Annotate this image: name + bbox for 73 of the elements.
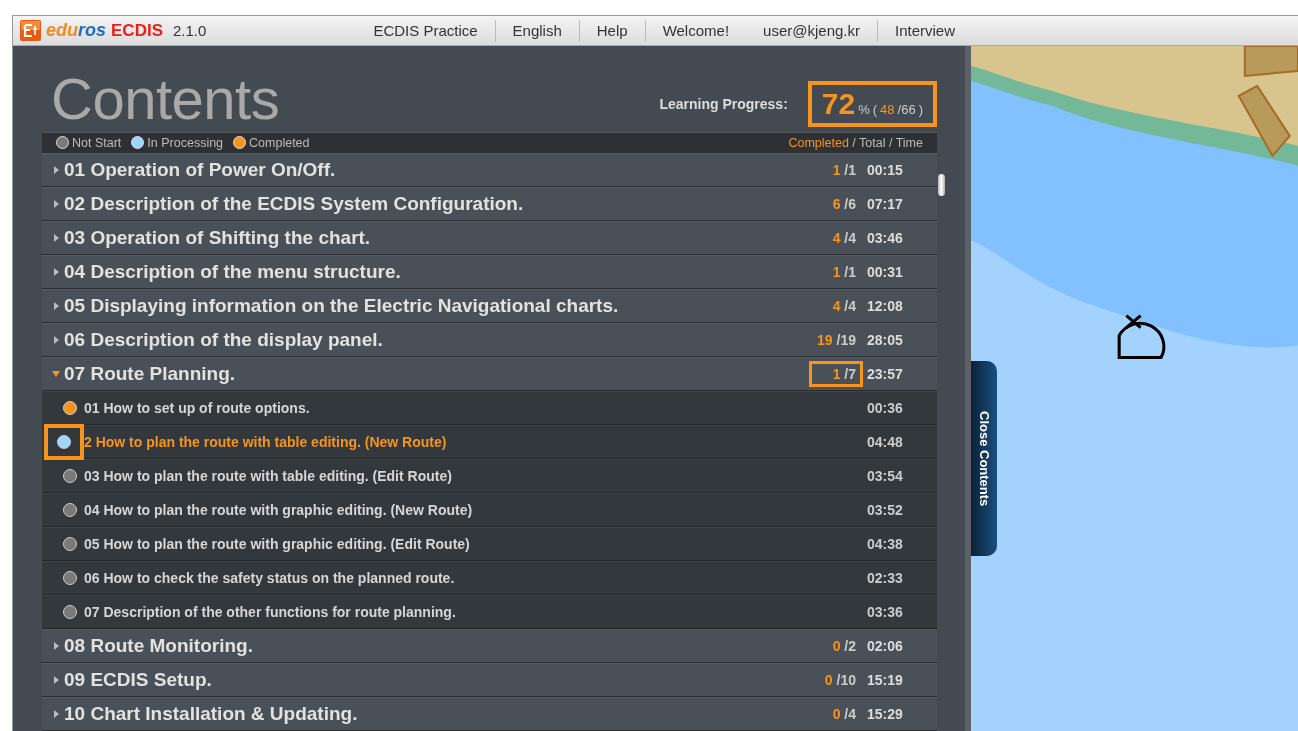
duration-text: 04:38 — [867, 536, 904, 552]
lesson-count: 1 /1 — [831, 161, 857, 180]
progress-value: 72% ( 48 /66 ) — [807, 80, 937, 127]
logo-icon — [20, 20, 41, 41]
chapter-title[interactable]: 02 Description of the ECDIS System Configuration. — [64, 193, 524, 215]
duration-text: 00:31 — [867, 264, 904, 280]
duration-text: 00:36 — [867, 400, 904, 416]
lesson-count: 4 /4 — [831, 229, 857, 248]
nav-item[interactable]: user@kjeng.kr — [746, 19, 878, 42]
legend-label: Completed — [249, 136, 310, 150]
duration-text: 15:29 — [867, 706, 904, 722]
column-legend: Completed / Total / Time — [788, 136, 923, 150]
expand-arrow-icon[interactable] — [52, 369, 60, 379]
close-contents-tab[interactable]: Close Contents — [971, 361, 997, 556]
duration-text: 28:05 — [867, 332, 904, 348]
lesson-title[interactable]: 01 How to set up of route options. — [84, 400, 310, 416]
version-text: 2.1.0 — [173, 22, 207, 39]
nav-item[interactable]: English — [495, 19, 580, 42]
lesson-title[interactable]: 04 How to plan the route with graphic editing. (New Route) — [84, 502, 473, 518]
duration-text: 03:46 — [867, 230, 904, 246]
brand-name: eduros — [46, 20, 107, 41]
lesson-count: 6 /6 — [831, 195, 857, 214]
chapter-title[interactable]: 06 Description of the display panel. — [64, 329, 383, 351]
lesson-count: 4 /4 — [831, 297, 857, 316]
lesson-count: 1 /1 — [831, 263, 857, 282]
duration-text: 03:36 — [867, 604, 904, 620]
lesson-title[interactable]: 06 How to check the safety status on the planned route. — [84, 570, 455, 586]
lesson-count: 19 /19 — [816, 331, 857, 350]
chapter-title[interactable]: 07 Route Planning. — [64, 363, 236, 385]
lesson-count: 0 /2 — [831, 637, 857, 656]
product-name: ECDIS — [111, 20, 163, 41]
duration-text: 07:17 — [867, 196, 904, 212]
lesson-count: 1 /7 — [809, 361, 863, 387]
nav-item[interactable]: Interview — [878, 19, 973, 42]
duration-text: 00:15 — [867, 162, 904, 178]
lesson-title[interactable]: 07 Description of the other functions for route planning. — [84, 604, 456, 620]
chapter-title[interactable]: 10 Chart Installation & Updating. — [64, 703, 358, 725]
chapter-title[interactable]: 09 ECDIS Setup. — [64, 669, 212, 691]
contents-title: Contents — [51, 69, 280, 128]
duration-text: 04:48 — [867, 434, 904, 450]
duration-text: 15:19 — [867, 672, 904, 688]
lesson-title[interactable]: 05 How to plan the route with graphic editing. (Edit Route) — [84, 536, 470, 552]
duration-text: 03:52 — [867, 502, 904, 518]
expand-arrow-icon[interactable] — [52, 641, 60, 651]
chapter-title[interactable]: 01 Operation of Power On/Off. — [64, 159, 336, 181]
lesson-count: 0 /4 — [831, 705, 857, 724]
duration-text: 02:06 — [867, 638, 904, 654]
legend-label: Not Start — [72, 136, 122, 150]
duration-text: 23:57 — [867, 366, 904, 382]
progress-label: Learning Progress: — [659, 95, 788, 112]
chapter-title[interactable]: 04 Description of the menu structure. — [64, 261, 401, 283]
duration-text: 03:54 — [867, 468, 904, 484]
nav-item[interactable]: Help — [579, 19, 646, 42]
lesson-count: 0 /10 — [823, 671, 857, 690]
chapter-title[interactable]: 03 Operation of Shifting the chart. — [64, 227, 371, 249]
expand-arrow-icon[interactable] — [52, 199, 60, 209]
chapter-title[interactable]: 05 Displaying information on the Electric Navigational charts. — [64, 295, 619, 317]
expand-arrow-icon[interactable] — [52, 267, 60, 277]
expand-arrow-icon[interactable] — [52, 675, 60, 685]
chapter-title[interactable]: 08 Route Monitoring. — [64, 635, 253, 657]
expand-arrow-icon[interactable] — [52, 233, 60, 243]
duration-text: 12:08 — [867, 298, 904, 314]
nav-item[interactable]: Welcome! — [645, 19, 747, 42]
nav-item[interactable]: ECDIS Practice — [356, 19, 496, 42]
expand-arrow-icon[interactable] — [52, 709, 60, 719]
lesson-title[interactable]: 2 How to plan the route with table editing. (New Route) — [84, 434, 447, 450]
expand-arrow-icon[interactable] — [52, 301, 60, 311]
duration-text: 02:33 — [867, 570, 904, 586]
lesson-title[interactable]: 03 How to plan the route with table editing. (Edit Route) — [84, 468, 452, 484]
expand-arrow-icon[interactable] — [52, 335, 60, 345]
scrollbar-thumb[interactable] — [938, 174, 945, 196]
legend-label: In Processing — [147, 136, 224, 150]
expand-arrow-icon[interactable] — [52, 165, 60, 175]
